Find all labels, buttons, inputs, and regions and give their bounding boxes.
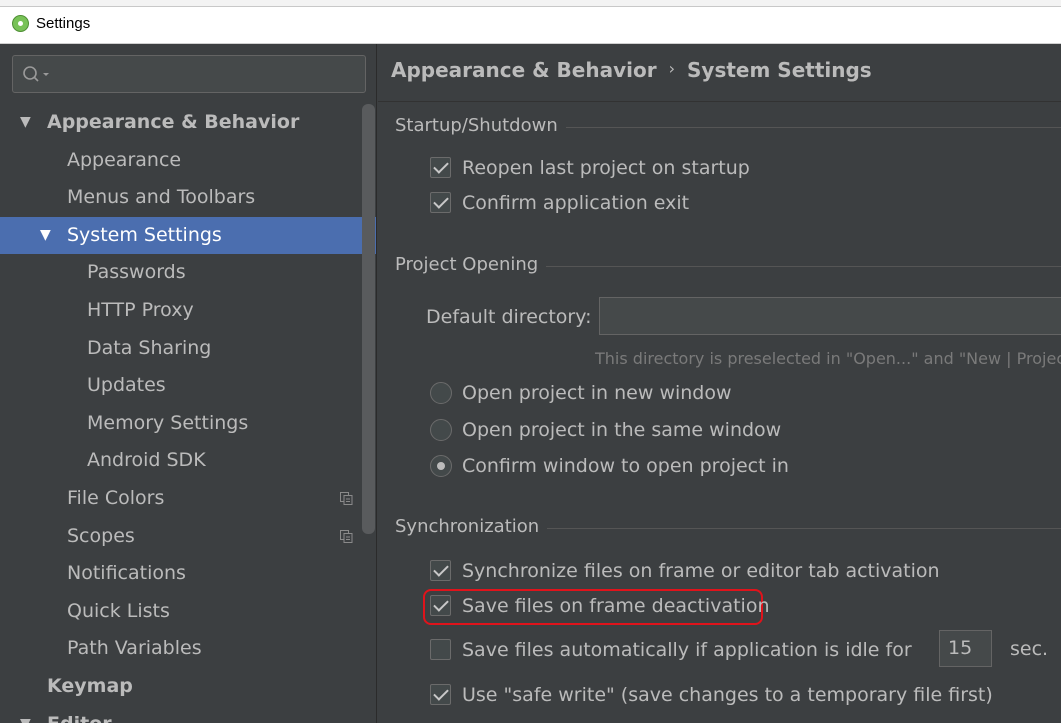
copy-icon: [340, 529, 353, 543]
copy-icon: [340, 491, 353, 505]
window-title: Settings: [36, 15, 91, 32]
search-icon: [23, 66, 49, 82]
sidebar-item-label: Path Variables: [67, 637, 202, 660]
sidebar-item-keymap[interactable]: Keymap: [0, 668, 376, 706]
save-when-idle-box[interactable]: [430, 639, 451, 660]
header-divider: [378, 101, 1061, 102]
save-when-idle-label: Save files automatically if application …: [462, 639, 912, 661]
sidebar-item-label: Memory Settings: [87, 411, 249, 434]
sidebar-item-label: Data Sharing: [87, 336, 212, 359]
sidebar-item-file-colors[interactable]: File Colors: [0, 480, 376, 518]
settings-content: Appearance & Behavior › System Settings St…: [378, 44, 1061, 723]
sidebar-item-label: Editor: [47, 706, 112, 723]
sidebar-item-label: Quick Lists: [67, 599, 170, 622]
sidebar-item-notifications[interactable]: Notifications: [0, 555, 376, 593]
default-directory-input[interactable]: [599, 297, 1061, 335]
settings-sidebar: ▼ Appearance & Behavior Appearance Menus an…: [0, 44, 377, 723]
sidebar-item-label: Keymap: [47, 674, 133, 697]
background-window-strip: [0, 0, 1061, 7]
sidebar-item-label: File Colors: [67, 486, 165, 509]
sidebar-item-label: Android SDK: [87, 449, 206, 472]
sidebar-item-system-settings[interactable]: ▼ System Settings: [0, 216, 376, 255]
sidebar-item-updates[interactable]: Updates: [0, 367, 376, 405]
open-same-window-radio-button[interactable]: [430, 419, 452, 441]
open-same-window-label: Open project in the same window: [462, 419, 782, 441]
sidebar-scrollbar[interactable]: [362, 104, 375, 534]
safe-write-label: Use "safe write" (save changes to a temp…: [462, 684, 993, 706]
sidebar-item-quick-lists[interactable]: Quick Lists: [0, 593, 376, 631]
sidebar-item-appearance[interactable]: Appearance: [0, 142, 376, 180]
open-new-window-label: Open project in new window: [462, 382, 732, 404]
sidebar-item-passwords[interactable]: Passwords: [0, 254, 376, 292]
save-on-deactivation-label: Save files on frame deactivation: [462, 595, 770, 617]
expand-arrow-icon[interactable]: ▼: [40, 217, 51, 255]
confirm-window-label: Confirm window to open project in: [462, 455, 789, 477]
idle-seconds-unit: sec.: [1010, 638, 1049, 660]
open-new-window-radio-button[interactable]: [430, 382, 452, 404]
expand-arrow-icon[interactable]: ▼: [20, 104, 31, 142]
sidebar-item-http-proxy[interactable]: HTTP Proxy: [0, 292, 376, 330]
window-title-bar: Settings: [0, 0, 1061, 44]
expand-arrow-icon[interactable]: ▼: [20, 706, 31, 723]
breadcrumb: Appearance & Behavior › System Settings: [391, 58, 872, 82]
startup-group-title: Startup/Shutdown: [395, 115, 566, 136]
default-directory-label: Default directory:: [426, 306, 592, 328]
sidebar-item-menus-and-toolbars[interactable]: Menus and Toolbars: [0, 179, 376, 217]
project-opening-group-title: Project Opening: [395, 254, 547, 275]
breadcrumb-current: System Settings: [687, 58, 872, 82]
confirm-exit-label: Confirm application exit: [462, 192, 690, 214]
idle-seconds-input[interactable]: 15: [939, 630, 992, 667]
settings-search-input[interactable]: [12, 55, 366, 93]
sidebar-item-appearance-behavior[interactable]: ▼ Appearance & Behavior: [0, 104, 376, 142]
sidebar-item-label: System Settings: [67, 223, 222, 246]
sidebar-item-memory-settings[interactable]: Memory Settings: [0, 405, 376, 443]
sidebar-item-label: Notifications: [67, 562, 186, 585]
breadcrumb-parent: Appearance & Behavior: [391, 58, 657, 82]
settings-tree: ▼ Appearance & Behavior Appearance Menus an…: [0, 104, 376, 723]
sidebar-item-label: HTTP Proxy: [87, 298, 194, 321]
sidebar-item-editor[interactable]: ▼ Editor: [0, 706, 376, 723]
sidebar-item-data-sharing[interactable]: Data Sharing: [0, 330, 376, 368]
reopen-last-project-label: Reopen last project on startup: [462, 157, 750, 179]
sidebar-item-label: Updates: [87, 374, 166, 397]
sidebar-item-path-variables[interactable]: Path Variables: [0, 630, 376, 668]
default-directory-hint: This directory is preselected in "Open..…: [595, 349, 1061, 368]
sidebar-item-label: Menus and Toolbars: [67, 186, 256, 209]
sync-on-activation-label: Synchronize files on frame or editor tab…: [462, 560, 940, 582]
breadcrumb-separator: ›: [668, 59, 676, 78]
safe-write-box[interactable]: [430, 684, 451, 705]
android-studio-icon: [12, 15, 29, 32]
sidebar-item-label: Appearance & Behavior: [47, 111, 300, 133]
synchronization-group-title: Synchronization: [395, 516, 548, 537]
reopen-last-project-box[interactable]: [430, 157, 451, 178]
sidebar-item-label: Scopes: [67, 524, 135, 547]
sidebar-item-label: Appearance: [67, 148, 182, 171]
sidebar-item-android-sdk[interactable]: Android SDK: [0, 442, 376, 480]
confirm-exit-box[interactable]: [430, 192, 451, 213]
sidebar-item-scopes[interactable]: Scopes: [0, 518, 376, 556]
confirm-window-radio-button[interactable]: [430, 455, 452, 477]
sidebar-item-label: Passwords: [87, 261, 186, 284]
sync-on-activation-box[interactable]: [430, 560, 451, 581]
save-on-deactivation-box[interactable]: [430, 595, 451, 616]
